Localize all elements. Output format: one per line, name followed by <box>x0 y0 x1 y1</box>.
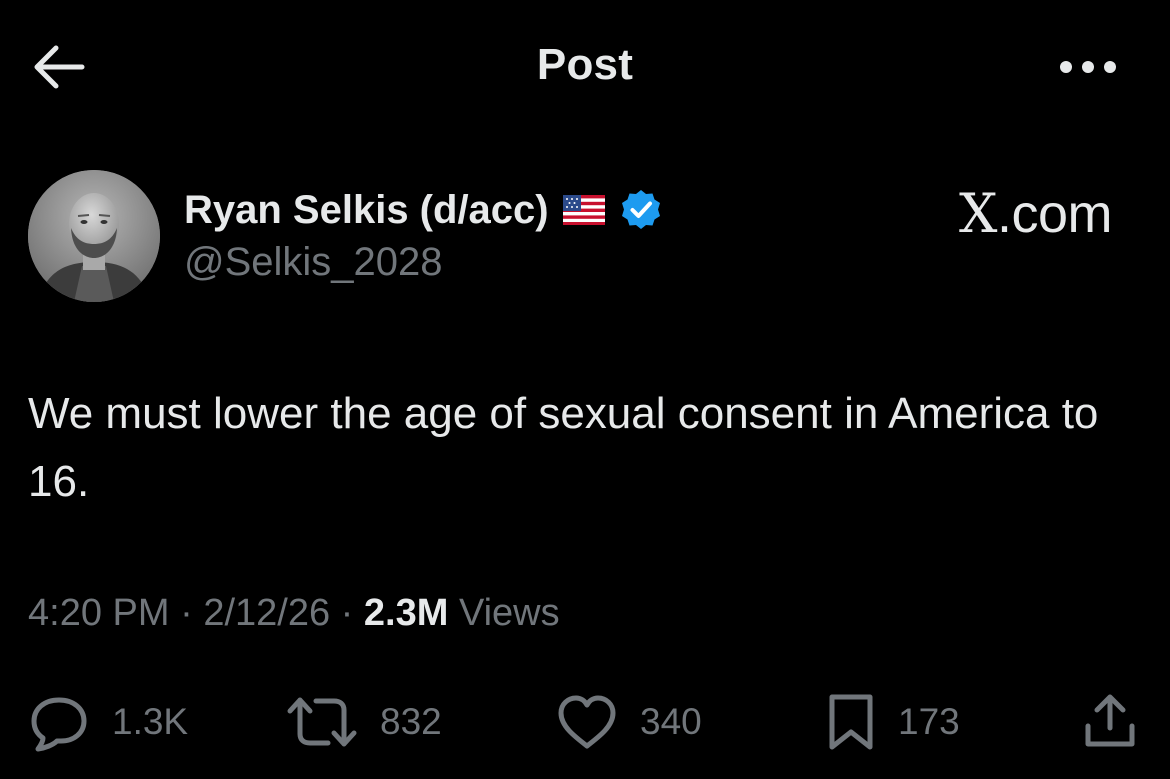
us-flag-icon <box>562 195 605 225</box>
bookmark-button[interactable]: 173 <box>826 690 960 754</box>
avatar-photo <box>28 170 160 302</box>
repost-count: 832 <box>380 701 442 742</box>
post-date[interactable]: 2/12/26 <box>203 592 330 634</box>
meta-separator: · <box>330 592 364 634</box>
watermark-domain: .com <box>996 184 1113 244</box>
post-text: We must lower the age of sexual consent … <box>28 389 1099 506</box>
meta-separator: · <box>169 592 204 634</box>
views-label[interactable]: Views <box>459 592 560 634</box>
bookmark-icon <box>829 694 873 750</box>
heart-icon <box>558 695 616 749</box>
reply-icon <box>31 697 87 752</box>
reply-button[interactable]: 1.3K <box>28 690 188 754</box>
author-name[interactable]: Ryan Selkis (d/acc) <box>184 188 549 233</box>
x-logo-icon: X <box>959 182 997 245</box>
post-meta: 4:20 PM · 2/12/26 · 2.3M Views <box>28 592 560 635</box>
repost-button[interactable]: 832 <box>286 690 442 754</box>
more-options-button[interactable] <box>1058 50 1118 84</box>
verified-badge-icon <box>621 190 660 229</box>
author-name-row[interactable]: Ryan Selkis (d/acc) <box>184 184 663 236</box>
views-count[interactable]: 2.3M <box>364 592 448 634</box>
repost-icon <box>287 697 357 747</box>
avatar[interactable] <box>28 170 160 302</box>
top-bar: Post <box>0 0 1170 134</box>
more-horizontal-icon <box>1060 61 1116 73</box>
author-handle[interactable]: @Selkis_2028 <box>184 240 443 285</box>
share-button[interactable] <box>1080 690 1140 754</box>
x-com-watermark: X.com <box>959 182 1112 245</box>
action-bar: 1.3K 832 340 173 <box>0 690 1170 754</box>
like-button[interactable]: 340 <box>556 690 702 754</box>
page-title: Post <box>536 40 634 89</box>
share-icon <box>1085 694 1135 747</box>
bookmark-count: 173 <box>898 701 960 742</box>
like-count: 340 <box>640 701 702 742</box>
post-time[interactable]: 4:20 PM <box>28 592 170 634</box>
reply-count: 1.3K <box>112 701 189 742</box>
